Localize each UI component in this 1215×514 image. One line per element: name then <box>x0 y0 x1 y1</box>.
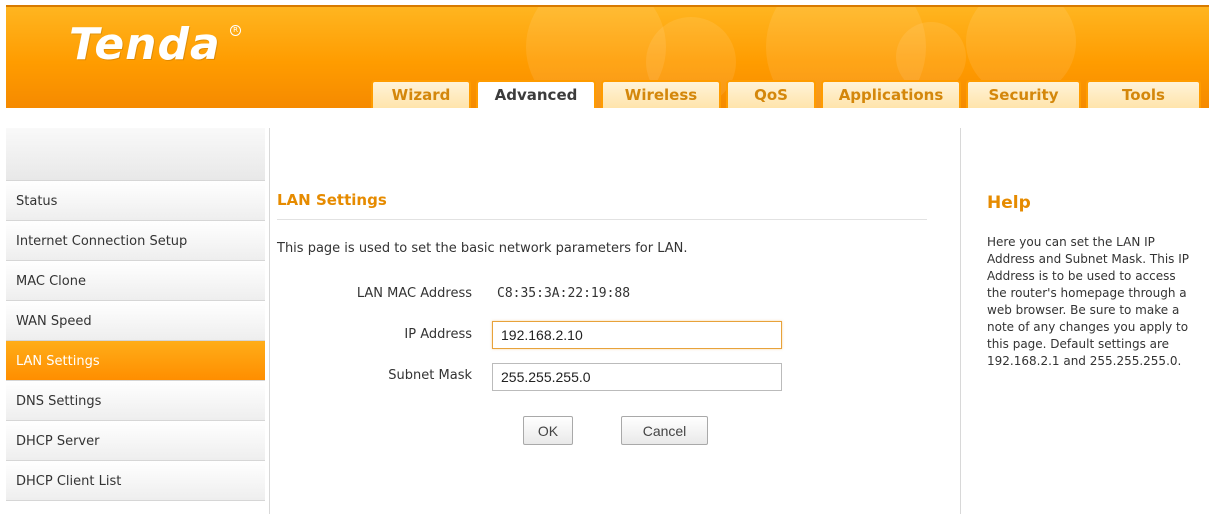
sidebar-item-lan-settings[interactable]: LAN Settings <box>6 341 265 381</box>
cancel-button[interactable]: Cancel <box>621 416 708 445</box>
sidebar-item-status[interactable]: Status <box>6 181 265 221</box>
page-description: This page is used to set the basic netwo… <box>277 241 688 256</box>
sidebar-item-internet-connection-setup[interactable]: Internet Connection Setup <box>6 221 265 261</box>
title-divider <box>277 219 927 220</box>
subnet-mask-input[interactable] <box>492 363 782 391</box>
mac-address-label: LAN MAC Address <box>356 286 472 301</box>
sidebar-menu: Status Internet Connection Setup MAC Clo… <box>6 128 265 501</box>
tab-wizard[interactable]: Wizard <box>371 80 471 108</box>
subnet-mask-label: Subnet Mask <box>388 368 472 383</box>
help-title: Help <box>987 193 1031 213</box>
tab-advanced[interactable]: Advanced <box>476 80 596 108</box>
header-bar: Tenda R Wizard Advanced Wireless QoS App… <box>6 5 1209 108</box>
sidebar-item-mac-clone[interactable]: MAC Clone <box>6 261 265 301</box>
sidebar-item-wan-speed[interactable]: WAN Speed <box>6 301 265 341</box>
help-panel: Help Here you can set the LAN IP Address… <box>962 128 1209 514</box>
tenda-logo: Tenda <box>69 19 221 70</box>
mac-address-value: C8:35:3A:22:19:88 <box>497 286 631 301</box>
registered-mark: R <box>230 25 241 36</box>
sidebar-header <box>6 128 265 181</box>
help-text: Here you can set the LAN IP Address and … <box>987 235 1189 368</box>
ok-button[interactable]: OK <box>523 416 573 445</box>
tab-applications[interactable]: Applications <box>821 80 961 108</box>
tab-tools[interactable]: Tools <box>1086 80 1201 108</box>
sidebar-item-dns-settings[interactable]: DNS Settings <box>6 381 265 421</box>
sidebar-item-dhcp-client-list[interactable]: DHCP Client List <box>6 461 265 501</box>
main-content: LAN Settings This page is used to set th… <box>269 128 961 514</box>
tab-qos[interactable]: QoS <box>726 80 816 108</box>
page-title: LAN Settings <box>277 191 387 209</box>
tab-wireless[interactable]: Wireless <box>601 80 721 108</box>
ip-address-label: IP Address <box>404 327 472 342</box>
tab-security[interactable]: Security <box>966 80 1081 108</box>
sidebar-item-dhcp-server[interactable]: DHCP Server <box>6 421 265 461</box>
ip-address-input[interactable] <box>492 321 782 349</box>
